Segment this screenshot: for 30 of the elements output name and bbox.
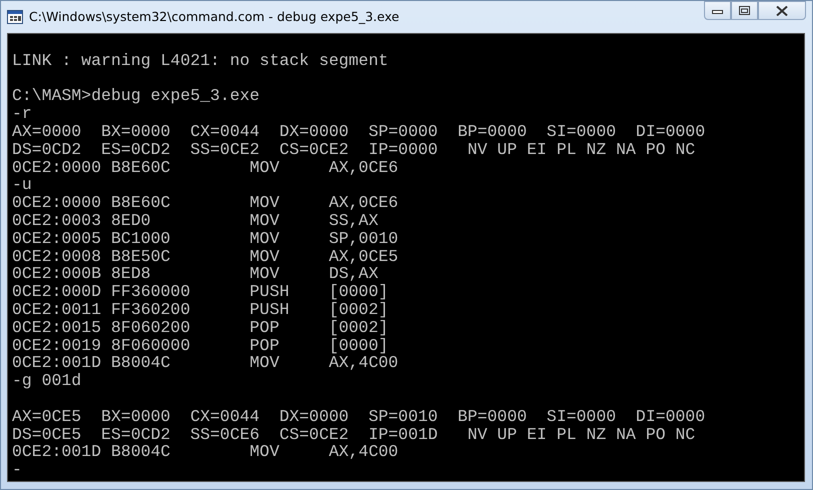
- console-line: 0CE2:000D FF360000 PUSH [0000]: [12, 282, 388, 302]
- console-line: 0CE2:0015 8F060200 POP [0002]: [12, 318, 388, 337]
- console-line: C:\MASM>debug expe5_3.exe: [12, 86, 260, 106]
- close-icon: [776, 6, 788, 16]
- close-button[interactable]: [758, 1, 806, 20]
- console-line: -: [12, 460, 22, 480]
- minimize-icon: [712, 8, 723, 14]
- minimize-button[interactable]: [704, 1, 731, 20]
- console-line: LINK : warning L4021: no stack segment: [12, 50, 388, 70]
- console-line: 0CE2:001D B8004C MOV AX,4C00: [12, 353, 398, 372]
- console-line: -r: [12, 104, 32, 124]
- maximize-icon: [739, 6, 750, 15]
- maximize-button[interactable]: [731, 1, 758, 20]
- console-app-icon: [7, 9, 23, 25]
- console-line: 0CE2:0003 8ED0 MOV SS,AX: [12, 210, 378, 230]
- console-line: 0CE2:000B 8ED8 MOV DS,AX: [12, 264, 378, 284]
- console-line: -g 001d: [12, 371, 82, 390]
- console-line: AX=0CE5 BX=0000 CX=0044 DX=0000 SP=0010 BP=0000 SI=0000 DI=0000: [12, 406, 706, 426]
- console-line: 0CE2:0008 B8E50C MOV AX,0CE5: [12, 246, 398, 266]
- console-line: AX=0000 BX=0000 CX=0044 DX=0000 SP=0000 BP=0000 SI=0000 DI=0000: [12, 122, 706, 141]
- console-line: 0CE2:0019 8F060000 POP [0000]: [12, 336, 388, 355]
- window-title: C:\Windows\system32\command.com - debug expe5_3.exe: [29, 8, 400, 26]
- console-line: 0CE2:0005 BC1000 MOV SP,0010: [12, 228, 398, 248]
- console-line: -u: [12, 175, 32, 194]
- console-line: 0CE2:0000 B8E60C MOV AX,0CE6: [12, 158, 398, 177]
- console-line: DS=0CD2 ES=0CD2 SS=0CE2 CS=0CE2 IP=0000 NV UP EI PL NZ NA PO NC: [12, 140, 696, 159]
- console-line: 0CE2:0000 B8E60C MOV AX,0CE6: [12, 193, 398, 212]
- console-line: 0CE2:0011 FF360200 PUSH [0002]: [12, 300, 388, 319]
- console-line: 0CE2:001D B8004C MOV AX,4C00: [12, 442, 398, 462]
- console-line: DS=0CE5 ES=0CD2 SS=0CE6 CS=0CE2 IP=001D NV UP EI PL NZ NA PO NC: [12, 424, 696, 444]
